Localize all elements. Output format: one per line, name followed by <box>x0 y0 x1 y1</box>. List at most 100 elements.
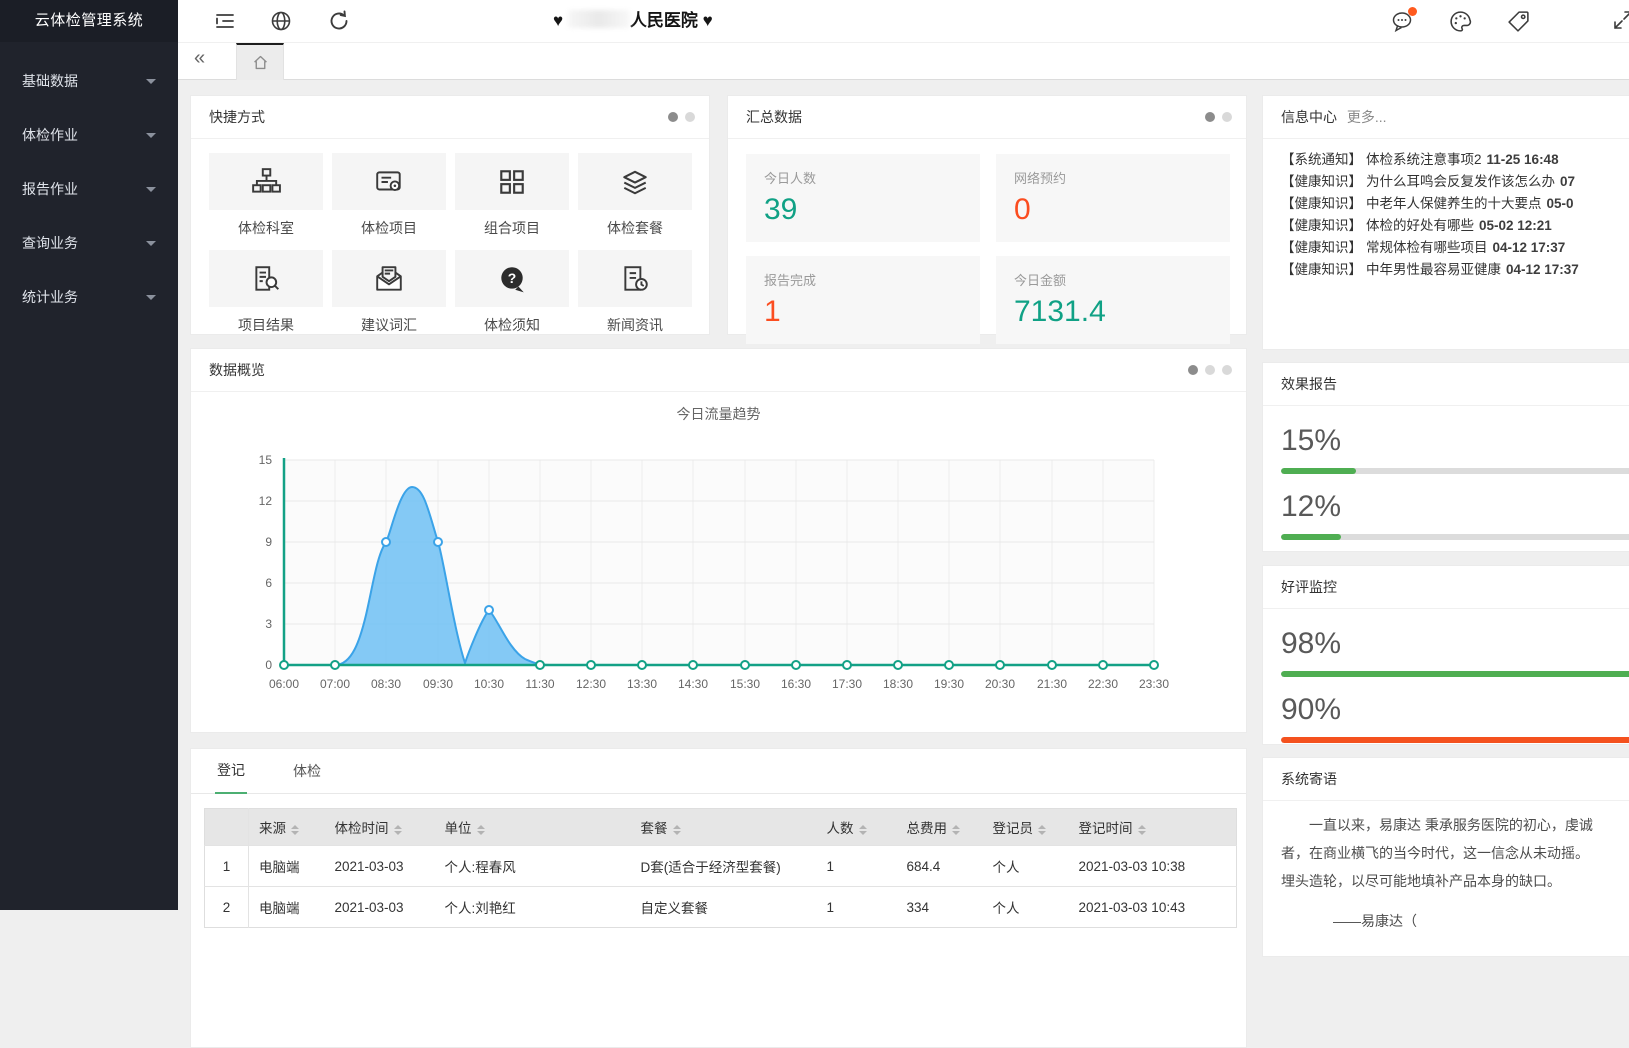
svg-text:20:30: 20:30 <box>984 677 1014 691</box>
shortcut-item-results[interactable]: 项目结果 <box>209 250 323 335</box>
svg-text:0: 0 <box>265 658 272 672</box>
carousel-dots <box>668 112 695 122</box>
question-bubble-icon: ? <box>497 264 527 294</box>
panel-title: 信息中心 <box>1281 109 1337 125</box>
sort-icon[interactable] <box>1038 825 1046 835</box>
info-item[interactable]: 【健康知识】为什么耳鸣会反复发作该怎么办07 <box>1281 171 1629 193</box>
info-date: 11-25 16:48 <box>1487 152 1559 167</box>
registry-panel: 登记 体检 来源 体检时间 单位 套餐 人数 总费用 登记员 登记时间 1 电脑… <box>190 748 1247 1048</box>
carousel-dots <box>1188 365 1232 375</box>
sort-icon[interactable] <box>477 825 485 835</box>
tab-register[interactable]: 登记 <box>215 760 247 794</box>
refresh-icon[interactable] <box>327 9 351 33</box>
sidebar-item-report-work[interactable]: 报告作业 <box>0 162 178 216</box>
col-registrar[interactable]: 登记员 <box>983 809 1069 846</box>
carousel-dot[interactable] <box>1222 112 1232 122</box>
stat-label: 报告完成 <box>764 270 962 289</box>
table-row[interactable]: 1 电脑端 2021-03-03 个人:程春风 D套(适合于经济型套餐) 1 6… <box>205 846 1237 887</box>
sort-icon[interactable] <box>394 825 402 835</box>
sort-icon[interactable] <box>673 825 681 835</box>
svg-text:19:30: 19:30 <box>933 677 963 691</box>
shortcut-exam-packages[interactable]: 体检套餐 <box>578 153 692 238</box>
sidebar-item-query-business[interactable]: 查询业务 <box>0 216 178 270</box>
fullscreen-icon[interactable] <box>1612 9 1629 33</box>
carousel-dot[interactable] <box>668 112 678 122</box>
registry-table: 来源 体检时间 单位 套餐 人数 总费用 登记员 登记时间 1 电脑端 2021… <box>204 808 1237 928</box>
stat-today-amount: 今日金额 7131.4 <box>996 256 1230 344</box>
panel-title: 快捷方式 <box>209 109 265 125</box>
globe-icon[interactable] <box>269 9 293 33</box>
info-item[interactable]: 【健康知识】体检的好处有哪些05-02 12:21 <box>1281 215 1629 237</box>
carousel-dot[interactable] <box>1188 365 1198 375</box>
col-people[interactable]: 人数 <box>817 809 897 846</box>
info-date: 04-12 17:37 <box>1493 240 1566 255</box>
carousel-dot[interactable] <box>1205 365 1215 375</box>
top-header: ♥ 人民医院 ♥ <box>178 0 1629 43</box>
info-text: 中年男性最容易亚健康 <box>1366 262 1501 277</box>
sort-icon[interactable] <box>952 825 960 835</box>
chevron-down-icon <box>146 187 156 197</box>
carousel-dot[interactable] <box>1205 112 1215 122</box>
grid-icon <box>497 167 527 197</box>
info-text: 为什么耳鸣会反复发作该怎么办 <box>1366 174 1555 189</box>
sort-icon[interactable] <box>291 825 299 835</box>
data-overview-panel: 数据概览 今日流量趋势 <box>190 348 1247 733</box>
shortcut-suggestion-words[interactable]: 建议词汇 <box>332 250 446 335</box>
layers-icon <box>620 167 650 197</box>
shortcut-exam-items[interactable]: 体检项目 <box>332 153 446 238</box>
carousel-dot[interactable] <box>1222 365 1232 375</box>
sidebar-item-basic-data[interactable]: 基础数据 <box>0 54 178 108</box>
stat-value: 0 <box>1014 193 1212 227</box>
tab-home[interactable] <box>236 43 284 80</box>
progress-bar <box>1281 534 1629 540</box>
home-icon <box>252 54 269 71</box>
svg-text:13:30: 13:30 <box>626 677 656 691</box>
info-text: 体检的好处有哪些 <box>1366 218 1474 233</box>
percent-value: 90% <box>1281 693 1629 727</box>
col-unit[interactable]: 单位 <box>435 809 631 846</box>
messages-icon[interactable] <box>1390 9 1414 33</box>
tab-exam[interactable]: 体检 <box>291 761 323 793</box>
more-link[interactable]: 更多... <box>1347 109 1387 125</box>
org-chart-icon <box>251 167 281 197</box>
info-text: 体检系统注意事项2 <box>1366 152 1482 167</box>
info-date: 07 <box>1560 174 1575 189</box>
sidebar-item-label: 基础数据 <box>22 54 78 108</box>
col-total-fee[interactable]: 总费用 <box>897 809 983 846</box>
svg-text:9: 9 <box>265 535 272 549</box>
info-item[interactable]: 【系统通知】体检系统注意事项211-25 16:48 <box>1281 149 1629 171</box>
heart-icon: ♥ <box>553 11 563 30</box>
info-item[interactable]: 【健康知识】中年男性最容易亚健康04-12 17:37 <box>1281 259 1629 281</box>
system-message-text: 一直以来，易康达 秉承服务医院的初心，虔诚 者，在商业横飞的当今时代，这一信念从… <box>1263 801 1629 905</box>
info-tag: 【健康知识】 <box>1281 262 1362 277</box>
shortcut-news[interactable]: 新闻资讯 <box>578 250 692 335</box>
info-item[interactable]: 【健康知识】中老年人保健养生的十大要点05-0 <box>1281 193 1629 215</box>
panel-title: 汇总数据 <box>746 109 802 125</box>
palette-icon[interactable] <box>1448 9 1472 33</box>
info-item[interactable]: 【健康知识】常规体检有哪些项目04-12 17:37 <box>1281 237 1629 259</box>
col-package[interactable]: 套餐 <box>631 809 817 846</box>
sort-icon[interactable] <box>859 825 867 835</box>
list-gear-icon <box>374 167 404 197</box>
system-message-panel: 系统寄语 一直以来，易康达 秉承服务医院的初心，虔诚 者，在商业横飞的当今时代，… <box>1262 757 1629 957</box>
shortcut-combo-items[interactable]: 组合项目 <box>455 153 569 238</box>
sort-icon[interactable] <box>1138 825 1146 835</box>
shortcut-exam-notice[interactable]: ? 体检须知 <box>455 250 569 335</box>
carousel-dot[interactable] <box>685 112 695 122</box>
sidebar-item-statistics[interactable]: 统计业务 <box>0 270 178 324</box>
col-source[interactable]: 来源 <box>249 809 325 846</box>
shortcut-exam-department[interactable]: 体检科室 <box>209 153 323 238</box>
svg-text:11:30: 11:30 <box>525 677 554 691</box>
svg-text:17:30: 17:30 <box>831 677 861 691</box>
stat-value: 7131.4 <box>1014 295 1212 329</box>
menu-fold-icon[interactable] <box>213 9 237 33</box>
tag-icon[interactable] <box>1506 9 1530 33</box>
col-exam-time[interactable]: 体检时间 <box>325 809 435 846</box>
collapse-tabs-icon[interactable]: « <box>194 47 205 70</box>
carousel-dots <box>1205 112 1232 122</box>
sidebar-item-exam-work[interactable]: 体检作业 <box>0 108 178 162</box>
table-row[interactable]: 2 电脑端 2021-03-03 个人:刘艳红 自定义套餐 1 334 个人 2… <box>205 887 1237 928</box>
info-text: 中老年人保健养生的十大要点 <box>1366 196 1542 211</box>
col-register-time[interactable]: 登记时间 <box>1069 809 1237 846</box>
svg-text:16:30: 16:30 <box>780 677 810 691</box>
